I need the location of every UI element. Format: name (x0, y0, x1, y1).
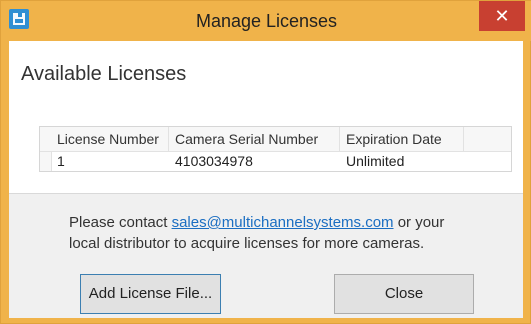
cell-expiration-date: Unlimited (346, 153, 405, 169)
sales-email-link[interactable]: sales@multichannelsystems.com (172, 214, 394, 231)
content-area: Available Licenses License Number Camera… (9, 41, 523, 193)
licenses-table: License Number Camera Serial Number Expi… (39, 126, 512, 172)
column-header-camera-serial-number[interactable]: Camera Serial Number (169, 127, 340, 151)
cell-license-number: 1 (57, 153, 65, 169)
column-header-license-number[interactable]: License Number (51, 127, 169, 151)
contact-message-pre: Please contact (69, 214, 172, 231)
section-title: Available Licenses (21, 63, 187, 85)
cell-camera-serial-number: 4103034978 (175, 153, 253, 169)
footer-area: Please contact sales@multichannelsystems… (9, 193, 523, 318)
contact-message: Please contact sales@multichannelsystems… (69, 212, 479, 254)
title-bar: Manage Licenses ✕ (1, 1, 531, 41)
close-window-button[interactable]: ✕ (479, 1, 525, 31)
close-button[interactable]: Close (334, 274, 474, 314)
window-title: Manage Licenses (195, 11, 338, 31)
column-header-expiration-date[interactable]: Expiration Date (340, 127, 464, 151)
table-header: License Number Camera Serial Number Expi… (40, 127, 511, 152)
add-license-file-button[interactable]: Add License File... (80, 274, 221, 314)
close-icon: ✕ (494, 6, 510, 26)
manage-licenses-window: Manage Licenses ✕ Available Licenses Lic… (0, 0, 531, 324)
